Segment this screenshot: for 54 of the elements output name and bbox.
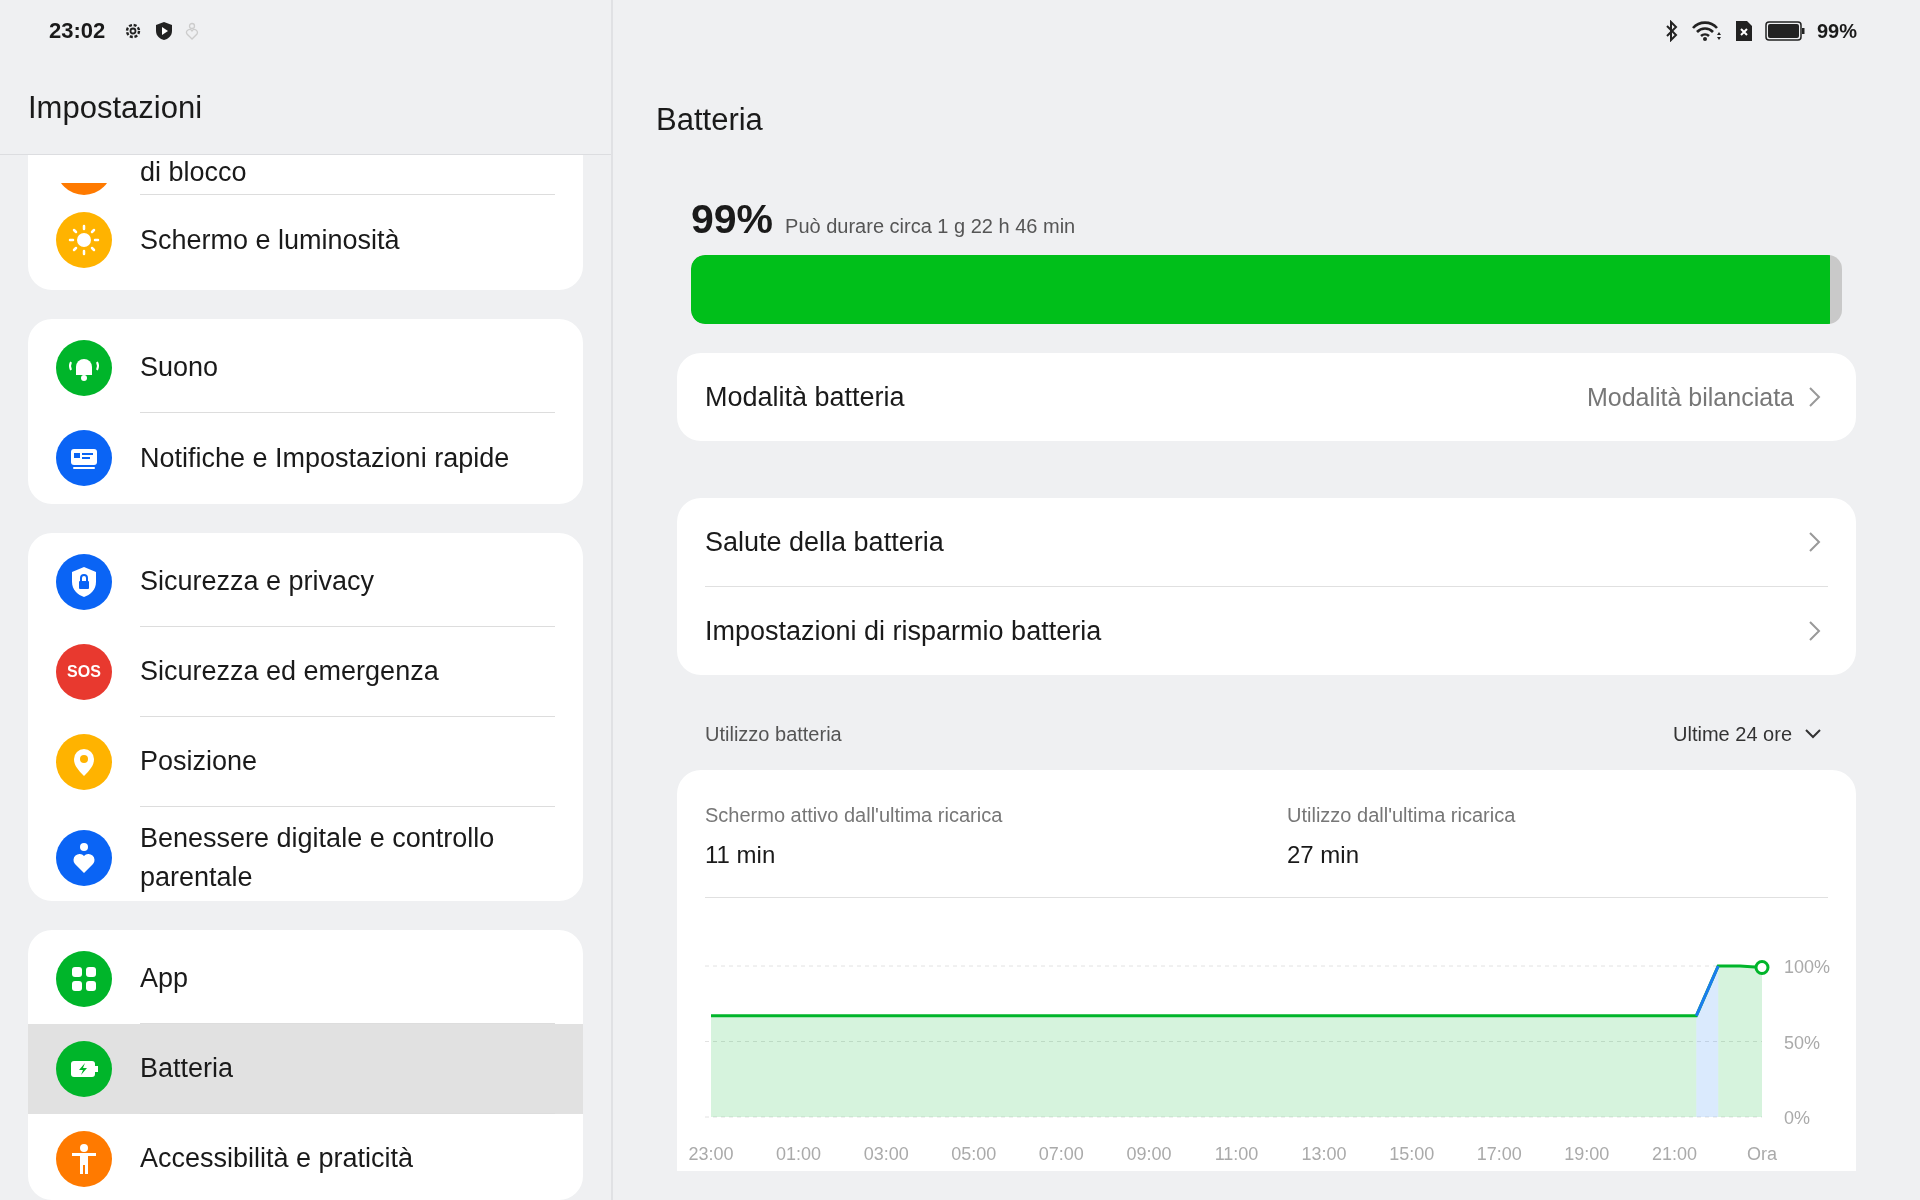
settings-item[interactable]: Benessere digitale e controllo parentale [28,807,583,901]
section-title: Utilizzo batteria [705,722,842,746]
settings-item[interactable]: SOS Sicurezza ed emergenza [28,627,583,718]
x-axis-label: Ora [1747,1144,1777,1164]
settings-row[interactable]: Salute della batteria [677,498,1856,586]
chevron-icon [1808,530,1822,554]
stat-value: 11 min [705,841,777,869]
settings-item[interactable]: Notifiche e Impostazioni rapide [28,413,583,504]
wifi-icon [1690,20,1723,42]
settings-item[interactable]: di blocco [28,155,583,195]
x-axis-label: 17:00 [1476,1144,1522,1164]
settings-item[interactable]: App [28,933,583,1024]
x-axis-label: 01:00 [776,1144,822,1164]
settings-row[interactable]: Impostazioni di risparmio batteria [677,587,1856,675]
shield-icon [155,21,174,41]
battery-estimate: Può durare circa 1 g 22 h 46 min [785,215,1076,238]
y-axis-label: 50% [1784,1032,1821,1053]
sim-card-icon [1734,20,1753,42]
x-axis-label: 11:00 [1214,1144,1259,1164]
battery-icon [1764,21,1805,41]
x-axis-label: 13:00 [1301,1144,1347,1164]
x-axis-label: 07:00 [1038,1144,1084,1164]
y-axis-label: 0% [1784,1108,1810,1128]
chevron-icon [1808,619,1822,643]
person-heart-icon [185,22,200,40]
sidebar-title: Impostazioni [28,90,203,126]
battery-mode-row[interactable]: Modalità batteria Modalità bilanciata [677,353,1856,441]
current-point-marker [1754,960,1770,975]
x-axis-label: 09:00 [1126,1144,1172,1164]
stat-label: Schermo attivo dall'ultima ricarica [705,804,1004,827]
settings-item[interactable]: Suono [28,323,583,414]
x-axis-label: 15:00 [1389,1144,1435,1164]
x-axis-label: 19:00 [1564,1144,1610,1164]
x-axis-label: 23:00 [688,1144,734,1164]
chevron-icon [1808,385,1822,409]
settings-item[interactable]: Schermo e luminosità [28,195,583,285]
range-dropdown[interactable]: Ultime 24 ore [1673,722,1822,746]
settings-item[interactable]: Accessibilità e praticità [28,1113,583,1200]
x-axis-label: 05:00 [951,1144,997,1164]
battery-percentage: 99% [1816,19,1857,43]
settings-icon: SOS [56,644,112,701]
chevron-down-icon [1804,728,1822,740]
clock: 23:02 [49,18,106,44]
x-axis-label: 21:00 [1651,1144,1697,1164]
battery-percent: 99% [691,196,774,243]
bluetooth-icon [1664,20,1679,42]
stat-label: Utilizzo dall'ultima ricarica [1287,804,1517,827]
y-axis-label: 100% [1784,957,1831,977]
stat-value: 27 min [1287,841,1361,869]
settings-item[interactable]: Posizione [28,717,583,808]
page-title: Batteria [656,102,764,138]
settings-item[interactable]: Sicurezza e privacy [28,537,583,628]
settings-item[interactable]: Batteria [28,1023,583,1114]
x-axis-label: 03:00 [863,1144,909,1164]
